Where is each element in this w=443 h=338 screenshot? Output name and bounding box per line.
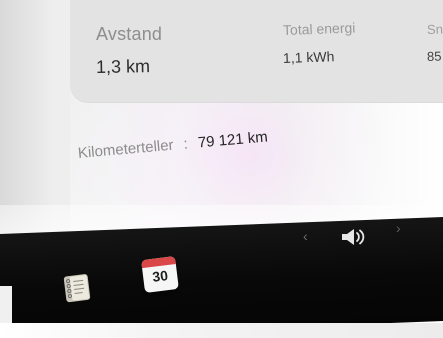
- calendar-icon[interactable]: 30: [141, 256, 179, 293]
- chevron-left-icon[interactable]: ‹: [303, 228, 317, 244]
- notes-icon[interactable]: [59, 269, 97, 307]
- speaker-icon[interactable]: [337, 224, 371, 250]
- odometer-label: Kilometerteller: [77, 136, 175, 162]
- taskbar-left-edge: [0, 286, 12, 326]
- calendar-day-number: 30: [151, 267, 169, 285]
- odometer-separator: :: [182, 135, 189, 153]
- distance-value: 1,3 km: [95, 56, 151, 77]
- partial-metric-label: Sni: [426, 21, 443, 37]
- distance-metric: Avstand 1,3 km: [96, 24, 162, 78]
- calendar-card: 30: [141, 256, 179, 293]
- partial-metric: Sni 85: [426, 21, 443, 64]
- total-energy-label: Total energi: [282, 19, 356, 38]
- total-energy-value: 1,1 kWh: [282, 48, 335, 66]
- trip-summary-card: Avstand 1,3 km Total energi 1,1 kWh Sni …: [70, 0, 443, 103]
- distance-label: Avstand: [96, 24, 163, 44]
- odometer-readout: Kilometerteller : 79 121 km: [77, 128, 268, 162]
- chevron-right-icon[interactable]: ›: [396, 220, 410, 236]
- odometer-value: 79 121 km: [197, 128, 269, 152]
- total-energy-metric: Total energi 1,1 kWh: [282, 19, 356, 66]
- bottom-reflection: [0, 323, 443, 338]
- partial-metric-value: 85: [426, 48, 442, 64]
- vehicle-display-screen: Avstand 1,3 km Total energi 1,1 kWh Sni …: [0, 0, 443, 338]
